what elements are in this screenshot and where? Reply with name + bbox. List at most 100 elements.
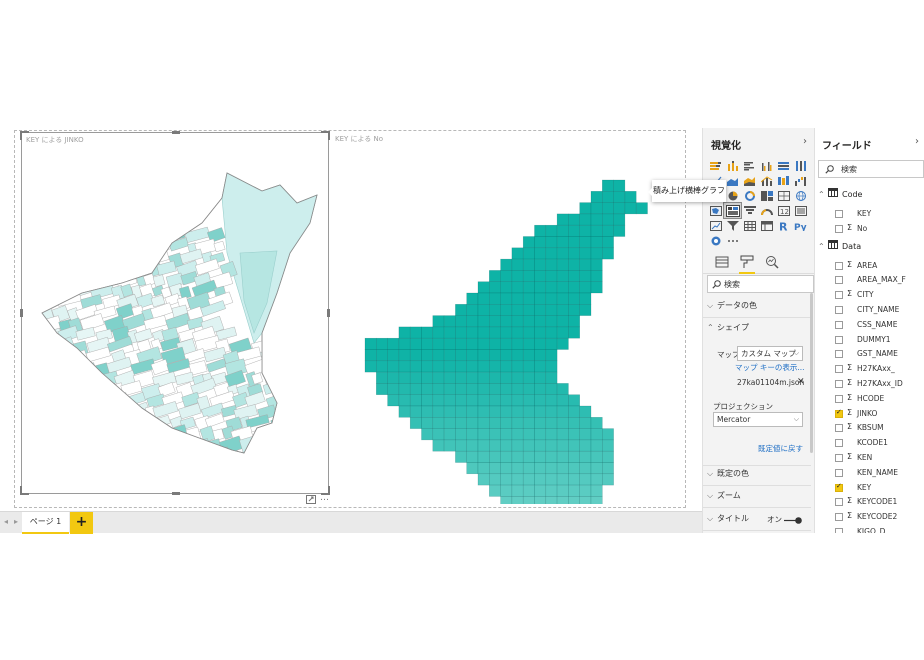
map-cell[interactable] <box>545 258 558 271</box>
map-cell[interactable] <box>489 326 501 339</box>
format-paint-roller-icon[interactable] <box>737 252 757 274</box>
map-cell[interactable] <box>466 428 479 441</box>
map-district[interactable] <box>146 445 173 465</box>
map-district[interactable] <box>84 249 102 263</box>
map-cell[interactable] <box>477 450 490 463</box>
map-cell[interactable] <box>556 236 569 249</box>
map-cell[interactable] <box>613 179 626 192</box>
map-district[interactable] <box>78 227 99 243</box>
map-district[interactable] <box>185 440 198 452</box>
map-cell[interactable] <box>443 428 456 441</box>
field-checkbox[interactable] <box>835 380 843 388</box>
map-district[interactable] <box>49 336 76 356</box>
map-district[interactable] <box>106 228 128 245</box>
map-cell[interactable] <box>545 236 558 249</box>
map-cell[interactable] <box>534 496 547 504</box>
map-district[interactable] <box>103 260 128 279</box>
map-cell[interactable] <box>376 349 388 362</box>
map-cell[interactable] <box>568 326 580 339</box>
map-cell[interactable] <box>398 383 411 395</box>
map-cell[interactable] <box>455 337 467 350</box>
map-cell[interactable] <box>500 417 513 429</box>
map-cell[interactable] <box>579 496 592 504</box>
map-cell[interactable] <box>556 394 569 407</box>
map-cell[interactable] <box>522 315 535 328</box>
table-icon[interactable] <box>741 218 758 233</box>
map-cell[interactable] <box>511 360 524 373</box>
map-cell[interactable] <box>522 247 535 260</box>
map-cell[interactable] <box>568 473 580 486</box>
map-cell[interactable] <box>477 405 490 418</box>
map-district[interactable] <box>263 425 291 446</box>
map-cell[interactable] <box>477 337 490 350</box>
field-checkbox[interactable] <box>835 335 843 344</box>
map-cell[interactable] <box>602 450 614 463</box>
map-cell[interactable] <box>556 496 569 504</box>
map-district[interactable] <box>47 261 64 275</box>
map-cell[interactable] <box>568 247 580 260</box>
map-cell[interactable] <box>387 349 400 362</box>
map-cell[interactable] <box>500 439 513 452</box>
map-district[interactable] <box>264 447 284 461</box>
map-cell[interactable] <box>522 450 535 463</box>
map-cell[interactable] <box>522 349 535 362</box>
map-cell[interactable] <box>613 224 626 237</box>
map-cell[interactable] <box>432 349 445 362</box>
map-cell[interactable] <box>477 349 490 362</box>
map-cell[interactable] <box>545 473 558 486</box>
map-cell[interactable] <box>534 326 547 339</box>
map-district[interactable] <box>66 427 81 445</box>
stacked-area-chart-icon[interactable] <box>741 173 758 188</box>
map-cell[interactable] <box>602 439 614 452</box>
resize-handle-top[interactable] <box>172 131 180 134</box>
map-cell[interactable] <box>534 304 547 316</box>
map-cell[interactable] <box>398 337 411 350</box>
map-district[interactable] <box>89 390 116 409</box>
map-district[interactable] <box>90 261 107 276</box>
map-cell[interactable] <box>534 371 547 384</box>
filled-map-icon[interactable] <box>707 203 724 218</box>
map-cell[interactable] <box>522 281 535 294</box>
map-cell[interactable] <box>398 349 411 362</box>
remove-map-file-close-icon[interactable]: ✕ <box>797 377 805 387</box>
map-cell[interactable] <box>556 326 569 339</box>
map-district[interactable] <box>61 395 74 409</box>
map-cell[interactable] <box>421 326 434 339</box>
resize-handle-left[interactable] <box>20 309 23 317</box>
map-cell[interactable] <box>489 349 501 362</box>
field-area[interactable]: Σ AREA <box>835 260 924 274</box>
field-checkbox[interactable] <box>835 454 843 462</box>
map-cell[interactable] <box>534 258 547 271</box>
map-cell[interactable] <box>545 450 558 463</box>
map-cell[interactable] <box>466 417 479 429</box>
map-cell[interactable] <box>500 326 513 339</box>
map-cell[interactable] <box>421 417 434 429</box>
map-cell[interactable] <box>409 349 422 362</box>
map-cell[interactable] <box>409 394 422 407</box>
map-cell[interactable] <box>489 405 501 418</box>
map-cell[interactable] <box>534 292 547 305</box>
map-cell[interactable] <box>534 405 547 418</box>
map-cell[interactable] <box>579 213 592 226</box>
map-cell[interactable] <box>409 383 422 395</box>
map-district[interactable] <box>149 425 171 445</box>
map-cell[interactable] <box>568 281 580 294</box>
map-cell[interactable] <box>511 337 524 350</box>
map-cell[interactable] <box>500 315 513 328</box>
line-column-chart-icon[interactable] <box>758 173 775 188</box>
field-checkbox[interactable] <box>835 424 843 433</box>
map-cell[interactable] <box>556 439 569 452</box>
map-cell[interactable] <box>489 417 501 429</box>
map-cell[interactable] <box>443 383 456 395</box>
map-cell[interactable] <box>455 394 467 407</box>
map-cell[interactable] <box>568 304 580 316</box>
slicer-icon[interactable] <box>724 218 741 233</box>
reset-to-default-link[interactable]: 既定値に戻す <box>758 443 803 454</box>
map-cell[interactable] <box>602 191 614 203</box>
collapse-fields-icon[interactable]: › <box>915 136 919 147</box>
donut-chart-icon[interactable] <box>741 188 758 203</box>
map-cell[interactable] <box>500 450 513 463</box>
map-district[interactable] <box>38 383 50 397</box>
map-district[interactable] <box>266 437 286 453</box>
field-checkbox[interactable] <box>835 468 843 477</box>
